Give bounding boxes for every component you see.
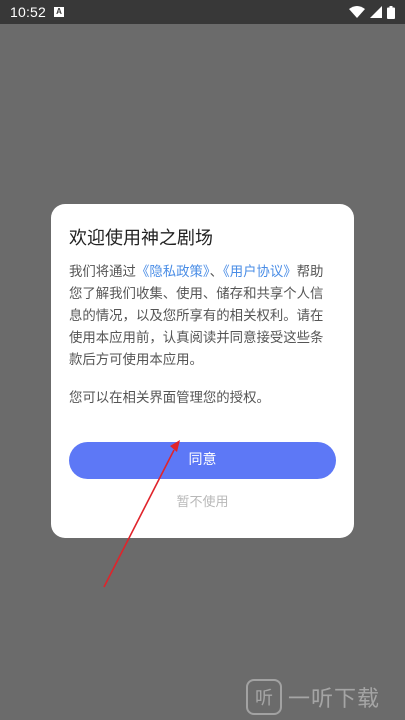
user-agreement-link[interactable]: 《用户协议》 (223, 265, 297, 280)
link-separator: 、 (209, 265, 223, 280)
watermark-logo-icon: 听 (246, 679, 282, 715)
watermark: 听 一听下载 (246, 677, 380, 717)
body-prefix: 我们将通过 (69, 265, 136, 280)
dialog-note: 您可以在相关界面管理您的授权。 (69, 391, 270, 406)
agree-button[interactable]: 同意 (69, 442, 336, 479)
status-icons (349, 5, 395, 19)
status-bar: 10:52 A (0, 0, 405, 24)
privacy-consent-dialog: 欢迎使用神之剧场 我们将通过《隐私政策》、《用户协议》帮助您了解我们收集、使用、… (51, 204, 354, 538)
privacy-policy-link[interactable]: 《隐私政策》 (136, 265, 210, 280)
signal-icon (370, 6, 382, 18)
watermark-text: 一听下载 (288, 687, 381, 712)
status-time: 10:52 (10, 4, 47, 20)
battery-icon (387, 5, 395, 19)
svg-text:听: 听 (255, 688, 273, 709)
dialog-body: 我们将通过《隐私政策》、《用户协议》帮助您了解我们收集、使用、储存和共享个人信息… (69, 262, 335, 372)
notification-app-icon: A (54, 7, 65, 17)
decline-button[interactable]: 暂不使用 (69, 491, 336, 515)
dialog-title: 欢迎使用神之剧场 (69, 228, 213, 249)
wifi-icon (349, 6, 365, 18)
body-suffix: 帮助您了解我们收集、使用、储存和共享个人信息的情况，以及您所享有的相关权利。请在… (69, 265, 324, 368)
